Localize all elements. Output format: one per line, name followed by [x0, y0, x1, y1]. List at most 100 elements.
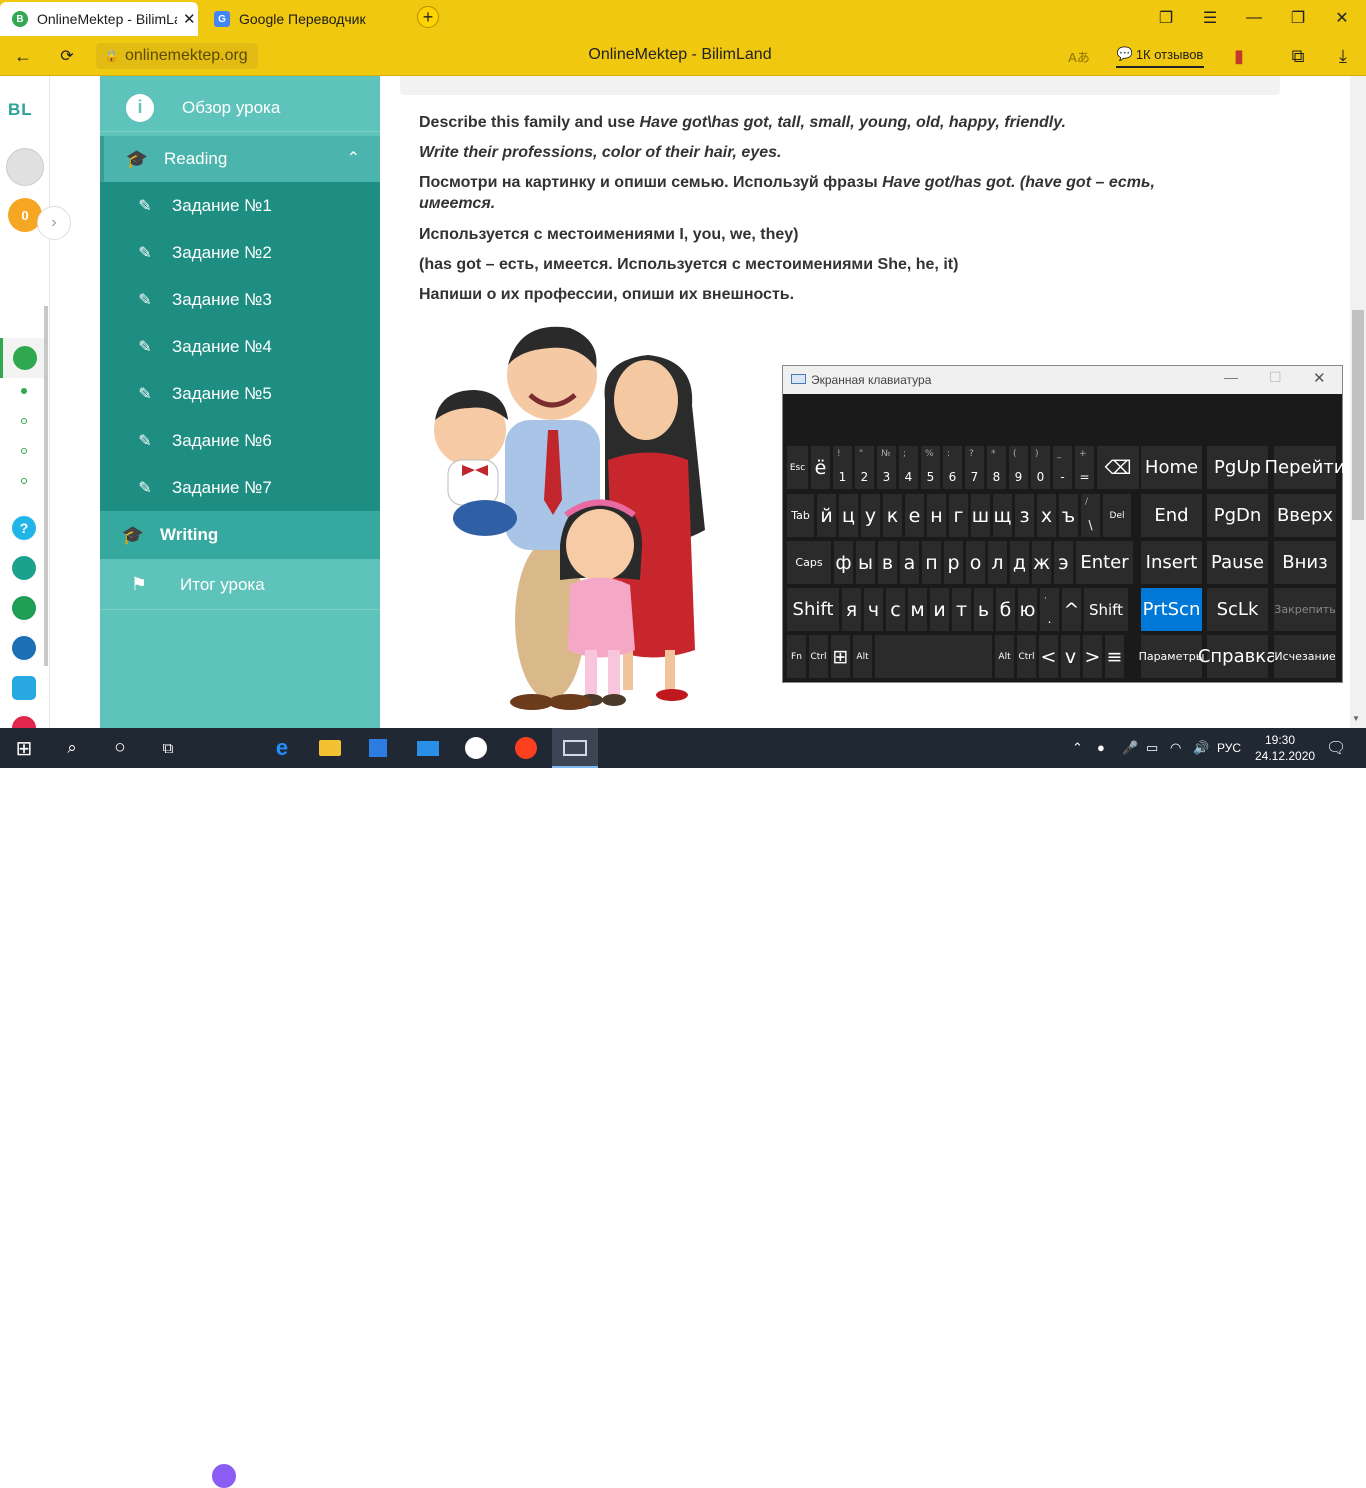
- key-т[interactable]: т: [952, 588, 971, 631]
- key-э[interactable]: э: [1054, 541, 1073, 584]
- key-del[interactable]: Del: [1103, 494, 1131, 537]
- key-8[interactable]: * 8: [987, 446, 1006, 489]
- key-х[interactable]: х: [1037, 494, 1056, 537]
- tabs-panel-icon[interactable]: ❐: [1153, 6, 1179, 30]
- key-spacebar[interactable]: [875, 635, 992, 678]
- key-alt[interactable]: Alt: [995, 635, 1014, 678]
- key-shift[interactable]: Shift: [787, 588, 839, 631]
- close-window-button[interactable]: ✕: [1329, 6, 1355, 30]
- page-dot-indicator[interactable]: [21, 448, 27, 454]
- download-icon[interactable]: ⤓: [1332, 45, 1354, 67]
- key-ctrl[interactable]: Ctrl: [809, 635, 828, 678]
- key-caps[interactable]: Caps: [787, 541, 831, 584]
- key-[interactable]: ,.: [1040, 588, 1059, 631]
- key-р[interactable]: р: [944, 541, 963, 584]
- key-3[interactable]: № 3: [877, 446, 896, 489]
- menu-item-task-5[interactable]: ✎ Задание №5: [100, 370, 380, 417]
- minimize-button[interactable]: —: [1241, 6, 1267, 30]
- restore-button[interactable]: ❐: [1285, 6, 1311, 30]
- key-[interactable]: + =: [1075, 446, 1094, 489]
- bookmark-icon[interactable]: ▮: [1228, 45, 1250, 67]
- key-shift[interactable]: Shift: [1084, 588, 1128, 631]
- key-end[interactable]: End: [1141, 494, 1202, 537]
- mail-icon[interactable]: [416, 736, 440, 760]
- minimize-button[interactable]: —: [1224, 369, 1238, 385]
- calendar-app-icon[interactable]: [12, 676, 36, 700]
- chevron-up-icon[interactable]: ⌃: [347, 148, 360, 168]
- reload-icon[interactable]: ⟳: [56, 45, 78, 67]
- menu-item-task-2[interactable]: ✎ Задание №2: [100, 229, 380, 276]
- search-icon[interactable]: ⌕: [60, 736, 84, 760]
- page-dot-indicator[interactable]: [21, 478, 27, 484]
- clock[interactable]: 19:30 24.12.2020: [1255, 732, 1315, 764]
- microphone-icon[interactable]: 🎤: [1122, 740, 1138, 756]
- key-9[interactable]: (9: [1009, 446, 1028, 489]
- key-[interactable]: >: [1083, 635, 1102, 678]
- key-а[interactable]: а: [900, 541, 919, 584]
- key-ц[interactable]: ц: [839, 494, 858, 537]
- key-закрепить[interactable]: Закрепить: [1274, 588, 1336, 631]
- key-ы[interactable]: ы: [856, 541, 875, 584]
- scroll-down-arrow-icon[interactable]: ▼: [1352, 714, 1360, 723]
- key-pgdn[interactable]: PgDn: [1207, 494, 1268, 537]
- key-у[interactable]: у: [861, 494, 880, 537]
- show-hidden-icons-icon[interactable]: ⌃: [1072, 740, 1083, 756]
- key-home[interactable]: Home: [1141, 446, 1202, 489]
- key-[interactable]: ≡: [1105, 635, 1124, 678]
- key-[interactable]: ^: [1062, 588, 1081, 631]
- key-л[interactable]: л: [988, 541, 1007, 584]
- key-п[interactable]: п: [922, 541, 941, 584]
- key-е[interactable]: е: [905, 494, 924, 537]
- network-status-icon[interactable]: ●: [1097, 740, 1105, 755]
- language-indicator[interactable]: РУС: [1217, 741, 1241, 755]
- wifi-icon[interactable]: ◠: [1170, 740, 1181, 756]
- key-н[interactable]: н: [927, 494, 946, 537]
- key-ю[interactable]: ю: [1018, 588, 1037, 631]
- tab-google-translate[interactable]: G Google Переводчик: [206, 2, 406, 36]
- key-5[interactable]: % 5: [921, 446, 940, 489]
- key-v[interactable]: v: [1061, 635, 1080, 678]
- key-ъ[interactable]: ъ: [1059, 494, 1078, 537]
- key-tab[interactable]: Tab: [787, 494, 814, 537]
- key-enter[interactable]: Enter: [1076, 541, 1133, 584]
- back-arrow-icon[interactable]: ←: [12, 45, 34, 67]
- notifications-icon[interactable]: 🗨: [1326, 738, 1346, 758]
- file-explorer-icon[interactable]: [318, 736, 342, 760]
- new-tab-button[interactable]: +: [417, 6, 439, 28]
- menu-icon[interactable]: ☰: [1197, 6, 1223, 30]
- key-6[interactable]: :6: [943, 446, 962, 489]
- close-tab-icon[interactable]: ✕: [183, 10, 196, 28]
- osk-taskbar-button[interactable]: [552, 728, 598, 768]
- menu-item-task-3[interactable]: ✎ Задание №3: [100, 276, 380, 323]
- key-ctrl[interactable]: Ctrl: [1017, 635, 1036, 678]
- key-в[interactable]: в: [878, 541, 897, 584]
- bilimland-logo[interactable]: BL: [8, 100, 33, 120]
- key-[interactable]: ⊞: [831, 635, 850, 678]
- help-icon[interactable]: ?: [12, 516, 36, 540]
- key-и[interactable]: и: [930, 588, 949, 631]
- key-й[interactable]: й: [817, 494, 836, 537]
- url-field[interactable]: 🔒 onlinemektep.org: [96, 43, 258, 69]
- menu-item-task-7[interactable]: ✎ Задание №7: [100, 464, 380, 511]
- key-о[interactable]: о: [966, 541, 985, 584]
- page-scrollbar-thumb[interactable]: [1352, 310, 1364, 520]
- key-ё[interactable]: ё: [811, 446, 830, 489]
- key-я[interactable]: я: [842, 588, 861, 631]
- tab-onlinemektep[interactable]: B OnlineMektep - BilimLand ✕: [0, 2, 198, 36]
- key-щ[interactable]: щ: [993, 494, 1012, 537]
- key-з[interactable]: з: [1015, 494, 1034, 537]
- menu-item-overview[interactable]: i Обзор урока: [100, 84, 380, 132]
- menu-item-task-1[interactable]: ✎ Задание №1: [100, 182, 380, 229]
- key-fn[interactable]: Fn: [787, 635, 806, 678]
- page-dot-indicator[interactable]: [21, 418, 27, 424]
- sidebar-scrollbar[interactable]: [44, 306, 48, 666]
- key-alt[interactable]: Alt: [853, 635, 872, 678]
- key-4[interactable]: ; 4: [899, 446, 918, 489]
- edge-browser-icon[interactable]: e: [270, 735, 294, 760]
- key-insert[interactable]: Insert: [1141, 541, 1202, 584]
- key-д[interactable]: д: [1010, 541, 1029, 584]
- key-перейти[interactable]: Перейти: [1265, 446, 1346, 489]
- key-1[interactable]: ! 1: [833, 446, 852, 489]
- key-м[interactable]: м: [908, 588, 927, 631]
- key-pgup[interactable]: PgUp: [1207, 446, 1268, 489]
